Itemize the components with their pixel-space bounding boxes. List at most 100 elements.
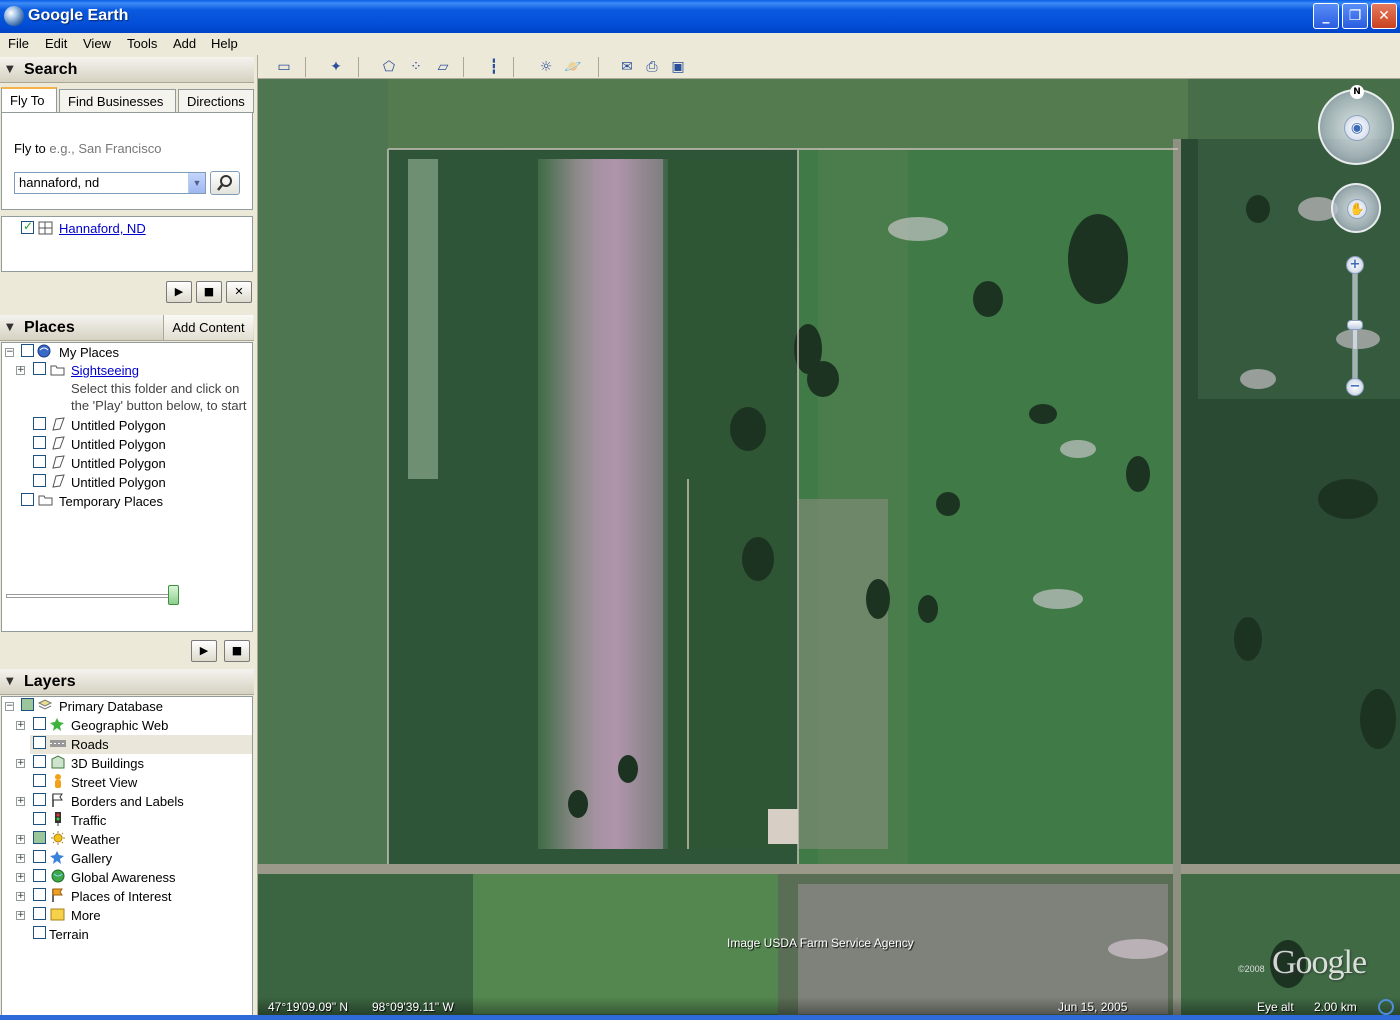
search-panel-header[interactable]: ▼ Search bbox=[0, 57, 254, 83]
layer-weather[interactable]: Weather bbox=[71, 832, 120, 847]
tree-item-polygon-3[interactable]: Untitled Polygon bbox=[71, 456, 166, 471]
menu-tools[interactable]: Tools bbox=[127, 36, 157, 51]
expand-toggle[interactable]: + bbox=[16, 911, 25, 920]
search-result-link[interactable]: Hannaford, ND bbox=[59, 221, 146, 236]
tree-item-temporary-places[interactable]: Temporary Places bbox=[59, 494, 163, 509]
sightseeing-checkbox[interactable] bbox=[33, 362, 46, 375]
tab-find-businesses[interactable]: Find Businesses bbox=[59, 89, 176, 113]
clear-button[interactable]: ✕ bbox=[226, 281, 252, 303]
add-content-button[interactable]: Add Content bbox=[163, 315, 253, 340]
layer-checkbox[interactable] bbox=[33, 717, 46, 730]
planet-icon[interactable]: 🪐 bbox=[562, 58, 584, 76]
layer-gallery[interactable]: Gallery bbox=[71, 851, 112, 866]
add-path-icon[interactable]: ⁘ bbox=[405, 58, 427, 76]
expand-toggle[interactable]: + bbox=[16, 759, 25, 768]
expand-toggle[interactable]: + bbox=[16, 797, 25, 806]
layer-checkbox[interactable] bbox=[33, 736, 46, 749]
polygon-checkbox[interactable] bbox=[33, 455, 46, 468]
tour-slider-thumb[interactable] bbox=[168, 585, 179, 605]
hand-icon[interactable]: ✋ bbox=[1347, 199, 1367, 219]
chevron-down-icon[interactable]: ▼ bbox=[188, 173, 205, 193]
layer-geographic-web[interactable]: Geographic Web bbox=[71, 718, 168, 733]
email-icon[interactable]: ✉ bbox=[616, 58, 638, 76]
look-joystick[interactable]: ◉ bbox=[1318, 89, 1394, 165]
layer-places-of-interest[interactable]: Places of Interest bbox=[71, 889, 171, 904]
tree-item-polygon-1[interactable]: Untitled Polygon bbox=[71, 418, 166, 433]
polygon-checkbox[interactable] bbox=[33, 474, 46, 487]
view-in-maps-icon[interactable]: ▣ bbox=[667, 58, 689, 76]
layer-roads[interactable]: Roads bbox=[71, 737, 109, 752]
move-joystick[interactable]: ✋ bbox=[1331, 183, 1381, 233]
tree-item-polygon-2[interactable]: Untitled Polygon bbox=[71, 437, 166, 452]
expand-toggle[interactable]: + bbox=[16, 835, 25, 844]
places-stop-button[interactable]: ■ bbox=[224, 640, 250, 662]
polygon-checkbox[interactable] bbox=[33, 417, 46, 430]
layer-primary-database[interactable]: Primary Database bbox=[59, 699, 163, 714]
tab-fly-to[interactable]: Fly To bbox=[1, 87, 57, 114]
expand-toggle[interactable]: + bbox=[16, 873, 25, 882]
close-button[interactable]: ✕ bbox=[1371, 3, 1397, 29]
places-panel-header[interactable]: ▼ Places Add Content bbox=[0, 315, 254, 341]
layer-3d-buildings[interactable]: 3D Buildings bbox=[71, 756, 144, 771]
zoom-slider-thumb[interactable] bbox=[1347, 320, 1363, 330]
zoom-in-button[interactable]: + bbox=[1346, 256, 1364, 274]
terrain-checkbox[interactable] bbox=[33, 926, 46, 939]
collapse-toggle[interactable]: − bbox=[5, 702, 14, 711]
layer-checkbox[interactable] bbox=[33, 831, 46, 844]
search-input[interactable]: hannaford, nd ▼ bbox=[14, 172, 206, 194]
tab-directions[interactable]: Directions bbox=[178, 89, 254, 113]
layer-checkbox[interactable] bbox=[33, 850, 46, 863]
collapse-triangle-icon[interactable]: ▼ bbox=[6, 64, 14, 75]
expand-toggle[interactable]: + bbox=[16, 892, 25, 901]
search-button[interactable] bbox=[210, 171, 240, 195]
add-placemark-icon[interactable]: ✦ bbox=[325, 58, 347, 76]
menu-add[interactable]: Add bbox=[173, 36, 196, 51]
menu-help[interactable]: Help bbox=[211, 36, 238, 51]
tree-item-polygon-4[interactable]: Untitled Polygon bbox=[71, 475, 166, 490]
expand-toggle[interactable]: + bbox=[16, 721, 25, 730]
eye-icon[interactable]: ◉ bbox=[1344, 115, 1370, 141]
add-overlay-icon[interactable]: ▱ bbox=[432, 58, 454, 76]
layer-checkbox[interactable] bbox=[33, 793, 46, 806]
collapse-triangle-icon[interactable]: ▼ bbox=[6, 676, 14, 687]
layer-global-awareness[interactable]: Global Awareness bbox=[71, 870, 176, 885]
layer-terrain[interactable]: Terrain bbox=[49, 927, 89, 942]
temporary-places-checkbox[interactable] bbox=[21, 493, 34, 506]
sidebar-toggle-icon[interactable]: ▭ bbox=[273, 58, 295, 76]
sunlight-icon[interactable]: ☼ bbox=[535, 58, 557, 76]
minimize-button[interactable]: _ bbox=[1313, 3, 1339, 29]
add-polygon-icon[interactable]: ⬠ bbox=[378, 58, 400, 76]
layer-more[interactable]: More bbox=[71, 908, 101, 923]
tree-item-my-places[interactable]: My Places bbox=[59, 345, 119, 360]
layer-traffic[interactable]: Traffic bbox=[71, 813, 106, 828]
layer-checkbox[interactable] bbox=[33, 888, 46, 901]
layer-checkbox[interactable] bbox=[33, 774, 46, 787]
tree-item-sightseeing[interactable]: Sightseeing bbox=[71, 363, 139, 378]
primary-database-checkbox[interactable] bbox=[21, 698, 34, 711]
places-play-button[interactable]: ▶ bbox=[191, 640, 217, 662]
maximize-button[interactable]: ❐ bbox=[1342, 3, 1368, 29]
layers-panel-header[interactable]: ▼ Layers bbox=[0, 669, 254, 695]
layer-street-view[interactable]: Street View bbox=[71, 775, 137, 790]
stop-button[interactable]: ■ bbox=[196, 281, 222, 303]
menu-edit[interactable]: Edit bbox=[45, 36, 67, 51]
expand-toggle[interactable]: + bbox=[16, 366, 25, 375]
polygon-checkbox[interactable] bbox=[33, 436, 46, 449]
compass-north[interactable]: N bbox=[1350, 85, 1364, 99]
play-button[interactable]: ▶ bbox=[166, 281, 192, 303]
layer-checkbox[interactable] bbox=[33, 812, 46, 825]
zoom-out-button[interactable]: − bbox=[1346, 378, 1364, 396]
ruler-icon[interactable]: ┇ bbox=[483, 58, 505, 76]
my-places-checkbox[interactable] bbox=[21, 344, 34, 357]
layer-checkbox[interactable] bbox=[33, 869, 46, 882]
layer-borders-and-labels[interactable]: Borders and Labels bbox=[71, 794, 184, 809]
tour-slider-track[interactable] bbox=[6, 594, 176, 598]
map-view[interactable]: Image USDA Farm Service Agency ©2008 bbox=[258, 79, 1400, 1020]
result-checkbox[interactable] bbox=[21, 219, 34, 234]
menu-file[interactable]: File bbox=[8, 36, 29, 51]
layer-checkbox[interactable] bbox=[33, 755, 46, 768]
layer-checkbox[interactable] bbox=[33, 907, 46, 920]
menu-view[interactable]: View bbox=[83, 36, 111, 51]
print-icon[interactable]: ⎙ bbox=[641, 58, 663, 76]
collapse-triangle-icon[interactable]: ▼ bbox=[6, 322, 14, 333]
